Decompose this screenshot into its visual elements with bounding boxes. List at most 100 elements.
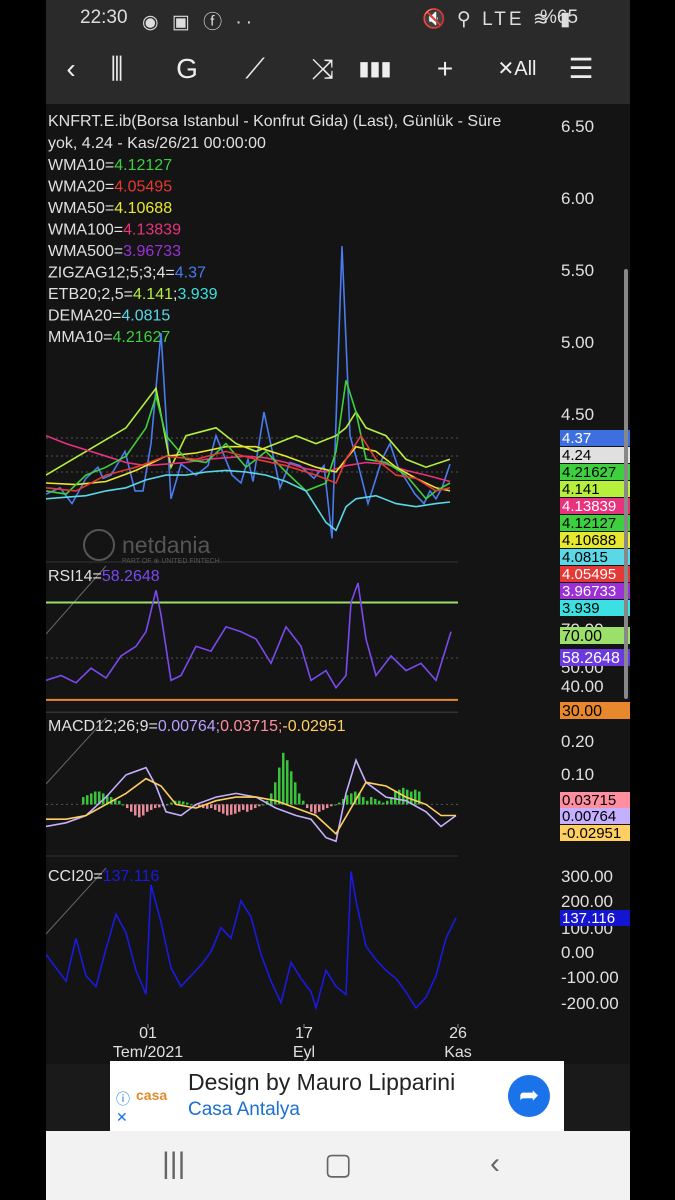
- macd-histogram-bar: [214, 804, 217, 810]
- phone-screen: 22:30 ◉ ▣ ⓕ ·· 🔇 ⚲ LTE ≋ ▮ %65 ‹ ⫼ G ⟋ ⤨ ▮▮▮ +…: [46, 0, 630, 1200]
- price-value-tag-label: 4.05495: [562, 566, 616, 583]
- macd-histogram-bar: [326, 804, 329, 809]
- macd-histogram-bar: [298, 793, 301, 805]
- macd-histogram-bar: [134, 804, 137, 816]
- rsi-y-tick: 40.00: [561, 677, 604, 696]
- macd-histogram-bar: [86, 795, 89, 805]
- macd-histogram-bar: [414, 789, 417, 805]
- macd-histogram-bar: [386, 800, 389, 805]
- price-value-tag-label: 4.24: [562, 447, 591, 464]
- macd-histogram-bar: [322, 804, 325, 810]
- price-line-3: [46, 445, 451, 492]
- macd-histogram-bar: [366, 800, 369, 805]
- back-icon[interactable]: ‹: [48, 46, 94, 92]
- macd-histogram-bar: [178, 800, 181, 805]
- price-y-tick: 5.00: [561, 333, 594, 352]
- chart-svg[interactable]: 6.50 6.00 5.50 5.00 4.50 KNFRT.E.ib(Borsa Ist…: [46, 104, 630, 1064]
- bar-chart-icon[interactable]: ▮▮▮: [352, 46, 398, 92]
- macd-histogram-bar: [302, 800, 305, 805]
- macd-histogram-bar: [246, 804, 249, 812]
- home-icon[interactable]: ▢: [324, 1147, 352, 1182]
- macd-histogram-bar: [146, 804, 149, 812]
- macd-histogram-bar: [346, 795, 349, 805]
- chart-toolbar: ‹ ⫼ G ⟋ ⤨ ▮▮▮ + ✕All ☰: [46, 36, 630, 104]
- chart-title-line2: yok, 4.24 - Kas/26/21 00:00:00: [48, 135, 266, 152]
- macd-histogram-bar: [338, 802, 341, 805]
- cci-y-tick: -200.00: [561, 994, 619, 1013]
- macd-histogram-bar: [310, 804, 313, 812]
- macd-value-tag-label: -0.02951: [562, 825, 621, 842]
- price-value-tag-label: 4.141: [562, 481, 600, 498]
- cci-y-tick: 200.00: [561, 892, 613, 911]
- macd-histogram-bar: [166, 804, 169, 806]
- ad-banner[interactable]: ⓘ casa ✕ Design by Mauro Lipparini Casa …: [110, 1061, 564, 1131]
- macd-histogram-bar: [222, 804, 225, 814]
- macd-histogram-bar: [286, 760, 289, 805]
- macd-histogram-bar: [370, 797, 373, 805]
- macd-histogram-bar: [122, 804, 125, 806]
- macd-histogram-bar: [90, 793, 93, 805]
- macd-histogram-bar: [262, 804, 265, 806]
- macd-histogram-bar: [398, 789, 401, 805]
- ad-subtitle[interactable]: Casa Antalya: [188, 1099, 300, 1121]
- notification-icons: ◉ ▣ ⓕ ··: [142, 12, 257, 33]
- price-y-tick: 6.50: [561, 117, 594, 136]
- x-tick-month: Kas: [444, 1044, 472, 1061]
- chart-area[interactable]: 6.50 6.00 5.50 5.00 4.50 KNFRT.E.ib(Borsa Ist…: [46, 104, 630, 1064]
- clear-all-icon[interactable]: ✕All: [494, 46, 540, 92]
- macd-histogram-bar: [150, 804, 153, 810]
- price-legend-item: WMA500=3.96733: [48, 243, 181, 260]
- battery-level: %65: [540, 7, 579, 28]
- price-legend-item: ETB20;2,5=4.141;3.939: [48, 286, 218, 303]
- macd-histogram-bar: [314, 804, 317, 814]
- menu-icon[interactable]: ☰: [558, 46, 604, 92]
- macd-histogram-bar: [190, 804, 193, 806]
- macd-histogram-bar: [210, 804, 213, 809]
- macd-value-tag-label: 0.03715: [562, 792, 616, 809]
- price-legend-item: WMA100=4.13839: [48, 222, 181, 239]
- price-line-6: [46, 469, 451, 532]
- indicator-icon[interactable]: ⤨: [300, 46, 346, 92]
- chart-title-line1: KNFRT.E.ib(Borsa Istanbul - Konfrut Gida…: [48, 113, 501, 130]
- x-tick-month: Tem/2021: [113, 1044, 183, 1061]
- g-label[interactable]: G: [164, 46, 210, 92]
- watermark-logo-icon: [83, 529, 115, 561]
- system-nav-bar: ||| ▢ ‹: [46, 1131, 630, 1200]
- price-value-tag-label: 4.10688: [562, 532, 616, 549]
- macd-histogram-bar: [142, 804, 145, 816]
- rsi-value-tag-label: 30.00: [562, 703, 602, 720]
- macd-histogram-bar: [182, 801, 185, 805]
- cci-legend: CCI20=137.116: [48, 868, 159, 885]
- ad-info-icon[interactable]: ⓘ: [116, 1089, 130, 1109]
- macd-histogram-bar: [186, 802, 189, 805]
- price-legend-item: WMA20=4.05495: [48, 179, 172, 196]
- price-value-tag-label: 4.21627: [562, 464, 616, 481]
- price-value-tag-label: 4.13839: [562, 498, 616, 515]
- cci-y-tick: 0.00: [561, 943, 594, 962]
- price-value-tag-label: 4.12127: [562, 515, 616, 532]
- ad-title[interactable]: Design by Mauro Lipparini: [188, 1069, 455, 1096]
- nav-back-icon[interactable]: ‹: [490, 1147, 500, 1181]
- macd-histogram-bar: [282, 752, 285, 805]
- crosshair-icon[interactable]: +: [422, 46, 468, 92]
- candlestick-icon[interactable]: ⫼: [94, 46, 140, 92]
- macd-histogram-bar: [158, 804, 161, 808]
- price-legend-item: WMA50=4.10688: [48, 200, 172, 217]
- x-tick-day: 26: [449, 1025, 467, 1042]
- price-value-tag-label: 3.96733: [562, 583, 616, 600]
- macd-histogram-bar: [218, 804, 221, 812]
- scrollbar: [624, 269, 628, 699]
- rsi-line-0: [46, 582, 452, 690]
- macd-histogram-bar: [126, 804, 129, 809]
- macd-y-tick: 0.10: [561, 765, 594, 784]
- macd-histogram-bar: [230, 804, 233, 815]
- macd-histogram-bar: [258, 804, 261, 807]
- macd-histogram-bar: [334, 804, 337, 806]
- price-legend-item: WMA10=4.12127: [48, 157, 172, 174]
- trendline-icon[interactable]: ⟋: [232, 46, 278, 92]
- ad-go-icon[interactable]: ➦: [508, 1075, 550, 1117]
- recent-apps-icon[interactable]: |||: [162, 1147, 185, 1181]
- rsi-value-tag-label: 70.00: [562, 628, 602, 645]
- macd-histogram-bar: [226, 804, 229, 816]
- ad-close-icon[interactable]: ✕: [116, 1109, 128, 1126]
